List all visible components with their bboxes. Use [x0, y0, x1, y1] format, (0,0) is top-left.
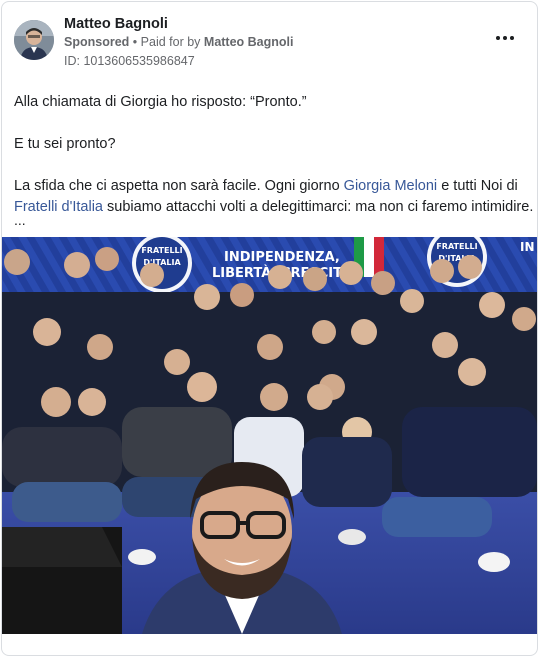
message-line: E tu sei pronto?	[14, 136, 116, 152]
ad-post-card: Matteo Bagnoli Sponsored • Paid for by M…	[1, 1, 538, 656]
paid-for-name[interactable]: Matteo Bagnoli	[204, 35, 294, 49]
message-text: e tutti Noi di	[437, 178, 518, 194]
avatar-image	[14, 20, 54, 60]
message-text: La sfida che ci aspetta non sarà facile.…	[14, 178, 344, 194]
paid-for-prefix: Paid for by	[140, 35, 201, 49]
post-author-name[interactable]: Matteo Bagnoli	[64, 16, 168, 32]
ad-id: ID: 1013606535986847	[64, 54, 195, 68]
message-line: La sfida che ci aspetta non sarà facile.…	[14, 176, 529, 197]
avatar[interactable]	[14, 20, 54, 60]
see-more-ellipsis[interactable]: ...	[14, 212, 26, 228]
sponsored-label: Sponsored	[64, 35, 130, 49]
banner-logo-text: FRATELLI	[436, 242, 477, 251]
post-photo[interactable]: FRATELLI D'ITALIA INDIPENDENZA, LIBERTÀ,…	[2, 237, 537, 634]
banner-logo-text: FRATELLI	[141, 246, 182, 255]
message-line: Alla chiamata di Giorgia ho risposto: “P…	[14, 94, 307, 110]
mention-link-fratelli-ditalia[interactable]: Fratelli d'Italia	[14, 199, 103, 215]
more-options-icon[interactable]	[493, 30, 517, 46]
mention-link-giorgia-meloni[interactable]: Giorgia Meloni	[344, 178, 438, 194]
post-message: Alla chiamata di Giorgia ho risposto: “P…	[14, 92, 533, 218]
group-selfie-image: FRATELLI D'ITALIA INDIPENDENZA, LIBERTÀ,…	[2, 237, 537, 634]
sponsored-line: Sponsored • Paid for by Matteo Bagnoli	[64, 35, 294, 49]
post-header: Matteo Bagnoli Sponsored • Paid for by M…	[14, 16, 525, 72]
message-text: subiamo attacchi volti a delegittimarci:…	[103, 199, 534, 215]
banner-slogan: IN	[520, 240, 535, 254]
separator-dot: •	[132, 35, 138, 49]
banner-slogan: INDIPENDENZA,	[224, 250, 340, 265]
message-line: Fratelli d'Italia subiamo attacchi volti…	[14, 197, 533, 218]
